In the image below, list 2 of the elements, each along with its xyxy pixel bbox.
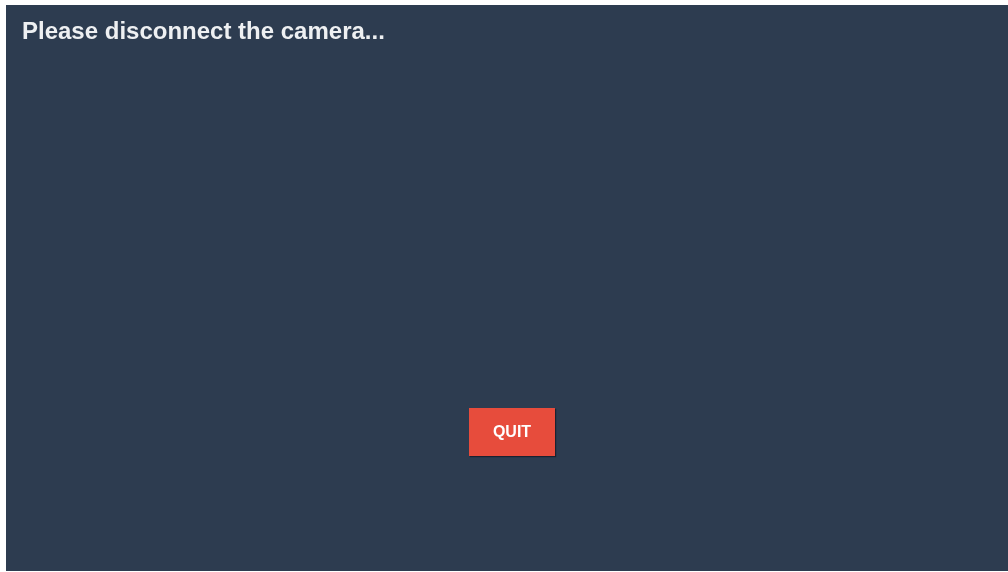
quit-button[interactable]: QUIT [469, 408, 555, 456]
message-title: Please disconnect the camera... [22, 17, 385, 45]
